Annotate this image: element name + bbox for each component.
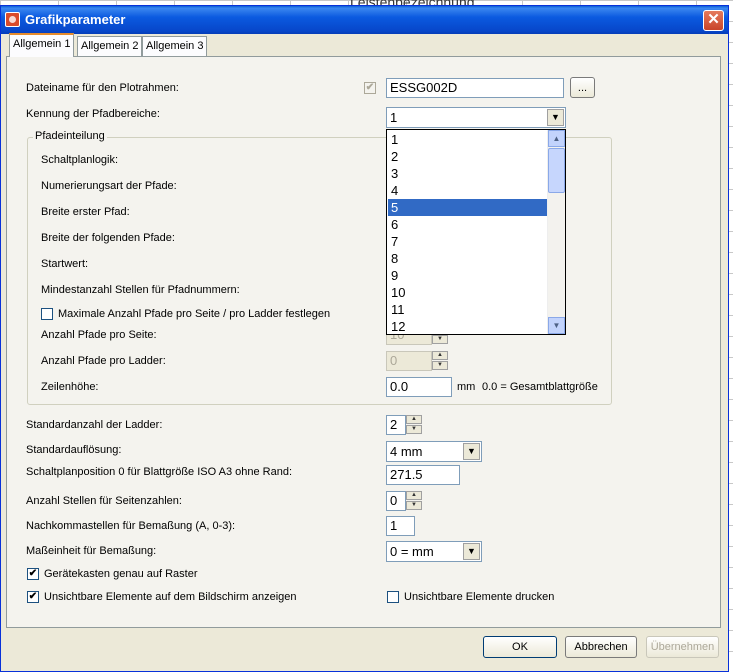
pfade-ladder-input[interactable]: 0 [386,351,432,371]
kennung-dropdown-list[interactable]: 1 2 3 4 5 6 7 8 9 10 11 12 ▲ ▼ [386,129,566,335]
standardaufloesung-combobox[interactable]: 4 mm ▼ [386,441,482,462]
dropdown-item[interactable]: 2 [388,148,551,165]
spin-down-icon[interactable]: ▼ [406,425,422,434]
dateiname-label: Dateiname für den Plotrahmen: [26,82,179,94]
kennung-combobox[interactable]: 1 ▼ [386,107,566,128]
uebernehmen-button[interactable]: Übernehmen [646,636,719,658]
spin-up-icon[interactable]: ▲ [406,415,422,424]
spin-down-icon[interactable]: ▼ [432,361,448,370]
dropdown-item-selected[interactable]: 5 [388,199,551,216]
browse-button[interactable]: ... [570,77,595,98]
dropdown-scrollbar[interactable]: ▲ ▼ [547,130,565,334]
unsichtbare-drucken-checkbox[interactable] [387,591,399,603]
stellen-seitenzahlen-input[interactable]: 0 [386,491,406,511]
standardaufloesung-label: Standardauflösung: [26,444,122,456]
abbrechen-button[interactable]: Abbrechen [565,636,637,658]
masseinheit-combobox[interactable]: 0 = mm ▼ [386,541,482,562]
standardaufloesung-value: 4 mm [390,444,423,459]
mindestanzahl-label: Mindestanzahl Stellen für Pfadnummern: [41,284,240,296]
ok-button[interactable]: OK [483,636,557,658]
pfade-ladder-spinner[interactable]: ▲ ▼ [432,351,449,371]
spin-up-icon[interactable]: ▲ [432,351,448,360]
standardanzahl-input[interactable]: 2 [386,415,406,435]
dateiname-input[interactable]: ESSG002D [386,78,564,98]
zeilenhoehe-input[interactable]: 0.0 [386,377,452,397]
standardanzahl-label: Standardanzahl der Ladder: [26,419,163,431]
dropdown-item[interactable]: 11 [388,301,551,318]
dropdown-item[interactable]: 10 [388,284,551,301]
schaltplanlogik-label: Schaltplanlogik: [41,154,119,166]
nachkomma-input[interactable]: 1 [386,516,415,536]
zeilenhoehe-hint: 0.0 = Gesamtblattgröße [482,381,598,393]
tab-allgemein-3[interactable]: Allgemein 3 [142,36,208,56]
tab-allgemein-2[interactable]: Allgemein 2 [77,36,143,56]
schaltplanposition-input[interactable]: 271.5 [386,465,460,485]
unsichtbare-drucken-label: Unsichtbare Elemente drucken [404,591,555,603]
kennung-label: Kennung der Pfadbereiche: [26,108,160,120]
spin-down-icon[interactable]: ▼ [406,501,422,510]
spin-down-icon[interactable]: ▼ [432,335,448,344]
scroll-up-icon[interactable]: ▲ [548,130,565,147]
title-bar[interactable]: Grafikparameter ✕ [1,6,728,34]
nachkomma-label: Nachkommastellen für Bemaßung (A, 0-3): [26,520,236,532]
dropdown-item[interactable]: 8 [388,250,551,267]
geraetekasten-label: Gerätekasten genau auf Raster [44,568,198,580]
dateiname-checkbox[interactable]: ✔ [364,82,376,94]
startwert-label: Startwert: [41,258,89,270]
dropdown-item[interactable]: 9 [388,267,551,284]
geraetekasten-checkbox[interactable]: ✔ [27,568,39,580]
schaltplanposition-label: Schaltplanposition 0 für Blattgröße ISO … [26,466,292,478]
spin-up-icon[interactable]: ▲ [406,491,422,500]
dropdown-item[interactable]: 3 [388,165,551,182]
maximale-label: Maximale Anzahl Pfade pro Seite / pro La… [58,308,331,320]
pfade-seite-label: Anzahl Pfade pro Seite: [41,329,157,341]
maximale-checkbox[interactable] [41,308,53,320]
close-button[interactable]: ✕ [703,10,724,31]
zeilenhoehe-unit: mm [457,381,476,393]
zeilenhoehe-label: Zeilenhöhe: [41,381,99,393]
pfade-ladder-label: Anzahl Pfade pro Ladder: [41,355,166,367]
masseinheit-label: Maßeinheit für Bemaßung: [26,545,157,557]
numerierungsart-label: Numerierungsart der Pfade: [41,180,177,192]
stellen-seitenzahlen-spinner[interactable]: ▲ ▼ [406,491,423,511]
breite-erster-label: Breite erster Pfad: [41,206,130,218]
masseinheit-value: 0 = mm [390,544,434,559]
chevron-down-icon[interactable]: ▼ [547,109,564,126]
dropdown-item[interactable]: 6 [388,216,551,233]
standardanzahl-spinner[interactable]: ▲ ▼ [406,415,423,435]
chevron-down-icon[interactable]: ▼ [463,443,480,460]
dropdown-item[interactable]: 4 [388,182,551,199]
stellen-seitenzahlen-label: Anzahl Stellen für Seitenzahlen: [26,495,182,507]
unsichtbare-anzeigen-checkbox[interactable]: ✔ [27,591,39,603]
tab-allgemein-1[interactable]: Allgemein 1 [9,33,75,57]
scroll-thumb[interactable] [548,148,565,193]
dropdown-item[interactable]: 12 [388,318,551,334]
breite-folgende-label: Breite der folgenden Pfade: [41,232,175,244]
dropdown-item[interactable]: 1 [388,131,551,148]
group-title: Pfadeinteilung [33,130,107,142]
kennung-value: 1 [390,110,398,125]
unsichtbare-anzeigen-label: Unsichtbare Elemente auf dem Bildschirm … [44,591,297,603]
app-icon [5,12,20,27]
chevron-down-icon[interactable]: ▼ [463,543,480,560]
dropdown-item[interactable]: 7 [388,233,551,250]
window-title: Grafikparameter [25,12,126,27]
scroll-down-icon[interactable]: ▼ [548,317,565,334]
